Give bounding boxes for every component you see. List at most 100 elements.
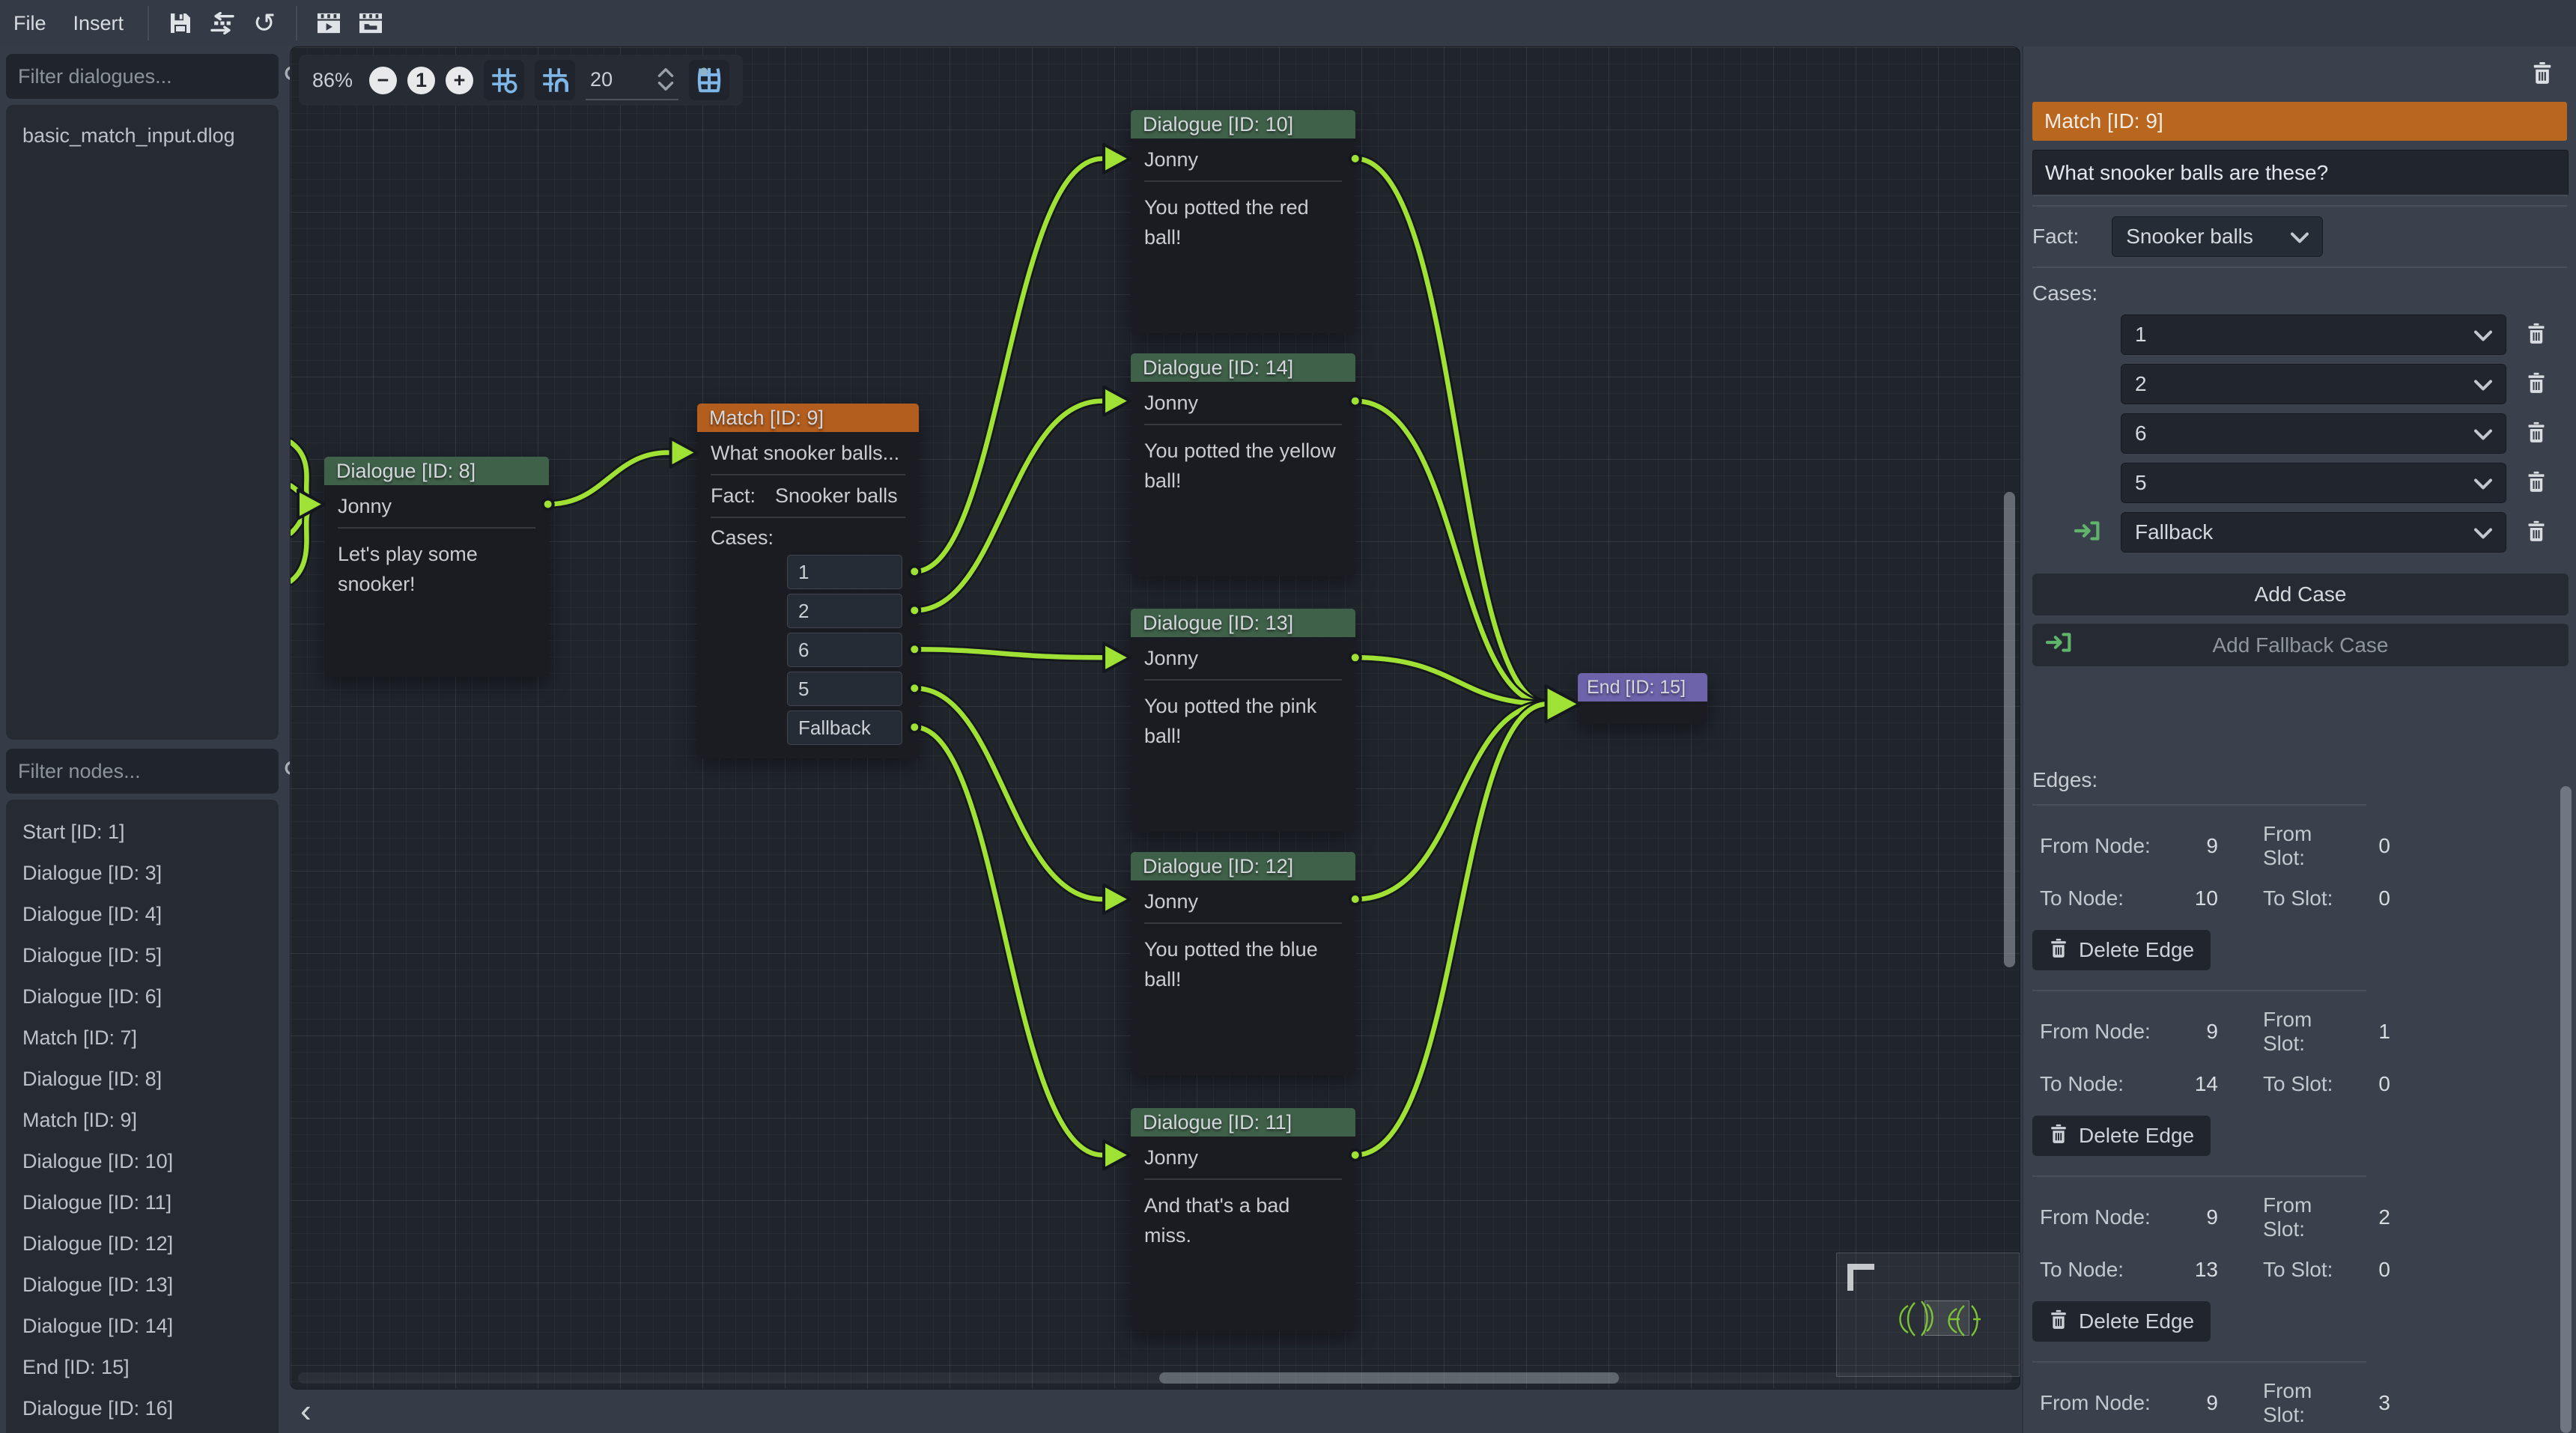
node-speaker: Jonny: [1131, 382, 1355, 424]
match-prompt-input[interactable]: [2032, 150, 2569, 196]
snap-distance-toggle-icon[interactable]: [535, 60, 575, 100]
spin-arrows-icon[interactable]: [657, 68, 674, 91]
node-list-item[interactable]: Dialogue [ID: 5]: [6, 935, 279, 976]
from-node-label: From Node:: [2040, 1391, 2173, 1415]
collapse-sidebar-icon[interactable]: ‹: [290, 1395, 312, 1428]
node-dialogue-8[interactable]: Dialogue [ID: 8] Jonny Let's play some s…: [324, 457, 549, 677]
case-slot[interactable]: Fallback: [787, 711, 902, 745]
from-slot-label: From Slot:: [2218, 822, 2345, 870]
to-slot-label: To Slot:: [2218, 1072, 2345, 1096]
node-speaker: Jonny: [1131, 139, 1355, 180]
node-dialogue-13[interactable]: Dialogue [ID: 13] Jonny You potted the p…: [1131, 609, 1355, 832]
delete-case-icon[interactable]: [2526, 322, 2547, 348]
trash-icon: [2049, 1309, 2068, 1335]
left-sidebar: basic_match_input.dlog Start [ID: 1] Dia…: [0, 46, 285, 1433]
chevron-down-icon: [2474, 422, 2492, 445]
zoom-reset-button[interactable]: 1: [407, 67, 435, 94]
delete-edge-button[interactable]: Delete Edge: [2032, 1116, 2211, 1156]
filter-dialogues-input[interactable]: [18, 65, 283, 88]
fact-dropdown[interactable]: Snooker balls: [2112, 216, 2323, 257]
node-list-item[interactable]: Dialogue [ID: 14]: [6, 1306, 279, 1347]
dialogue-library-icon[interactable]: [350, 0, 392, 46]
delete-case-icon[interactable]: [2526, 520, 2547, 546]
node-speaker: Jonny: [1131, 880, 1355, 922]
add-case-button[interactable]: Add Case: [2032, 573, 2569, 615]
case-slot[interactable]: 5: [787, 672, 902, 706]
play-dialogue-icon[interactable]: [308, 0, 350, 46]
from-slot-value: 2: [2345, 1205, 2390, 1229]
node-list-item[interactable]: Match [ID: 9]: [6, 1100, 279, 1141]
graph-canvas[interactable]: 86% − 1 + 20 Dialogue [ID: 8] Jonny Let'…: [290, 46, 2020, 1390]
node-list-item[interactable]: Dialogue [ID: 6]: [6, 976, 279, 1017]
node-dialogue-14[interactable]: Dialogue [ID: 14] Jonny You potted the y…: [1131, 353, 1355, 576]
minimap-toggle-icon[interactable]: [689, 60, 729, 100]
node-list-item[interactable]: Dialogue [ID: 3]: [6, 853, 279, 894]
add-fallback-case-button[interactable]: Add Fallback Case: [2032, 624, 2569, 666]
zoom-in-button[interactable]: +: [446, 67, 473, 94]
from-slot-value: 3: [2345, 1391, 2390, 1415]
menu-file[interactable]: File: [0, 0, 60, 46]
node-dialogue-11[interactable]: Dialogue [ID: 11] Jonny And that's a bad…: [1131, 1108, 1355, 1331]
dialogues-list: basic_match_input.dlog: [6, 105, 279, 740]
from-node-value: 9: [2173, 1205, 2218, 1229]
node-list-item[interactable]: Dialogue [ID: 8]: [6, 1059, 279, 1100]
node-list-item[interactable]: Dialogue [ID: 11]: [6, 1182, 279, 1223]
case-slot[interactable]: 1: [787, 555, 902, 589]
undo-icon[interactable]: ↺: [243, 0, 285, 46]
node-list-item[interactable]: Dialogue [ID: 12]: [6, 1223, 279, 1265]
node-end-15[interactable]: End [ID: 15]: [1578, 673, 1707, 724]
node-dialogue-12[interactable]: Dialogue [ID: 12] Jonny You potted the b…: [1131, 852, 1355, 1075]
from-node-value: 9: [2173, 834, 2218, 858]
chevron-down-icon: [2291, 225, 2309, 249]
minimap-graph-icon: [1837, 1253, 2020, 1378]
delete-edge-button[interactable]: Delete Edge: [2032, 930, 2211, 970]
from-node-label: From Node:: [2040, 1020, 2173, 1044]
case-slot[interactable]: 6: [787, 633, 902, 667]
node-list-item[interactable]: Start [ID: 1]: [6, 812, 279, 853]
canvas-horizontal-scrollbar[interactable]: [1159, 1372, 1619, 1384]
node-list-item[interactable]: Dialogue [ID: 4]: [6, 894, 279, 935]
node-list-item[interactable]: Match [ID: 7]: [6, 1017, 279, 1059]
case-dropdown[interactable]: 1: [2121, 314, 2506, 355]
node-dialogue-10[interactable]: Dialogue [ID: 10] Jonny You potted the r…: [1131, 110, 1355, 333]
to-node-label: To Node:: [2040, 1258, 2173, 1282]
menu-insert[interactable]: Insert: [60, 0, 138, 46]
case-dropdown-value: 2: [2135, 372, 2147, 396]
delete-edge-button[interactable]: Delete Edge: [2032, 1301, 2211, 1342]
canvas-vertical-scrollbar[interactable]: [2004, 492, 2015, 967]
delete-edge-label: Delete Edge: [2079, 1309, 2194, 1333]
minimap[interactable]: [1836, 1253, 2020, 1377]
case-dropdown[interactable]: 6: [2121, 413, 2506, 454]
cases-label: Cases:: [697, 518, 919, 553]
delete-case-icon[interactable]: [2526, 371, 2547, 398]
delete-case-icon[interactable]: [2526, 470, 2547, 496]
from-node-label: From Node:: [2040, 834, 2173, 858]
zoom-out-button[interactable]: −: [369, 67, 397, 94]
case-slot[interactable]: 2: [787, 594, 902, 628]
inspector-scrollbar[interactable]: [2560, 786, 2572, 1433]
case-dropdown[interactable]: 2: [2121, 364, 2506, 404]
case-dropdown[interactable]: 5: [2121, 463, 2506, 503]
divider: [2032, 1175, 2366, 1177]
from-node-value: 9: [2173, 1020, 2218, 1044]
snap-grid-toggle-icon[interactable]: [484, 60, 524, 100]
node-list-item[interactable]: End [ID: 15]: [6, 1347, 279, 1388]
filter-nodes-input[interactable]: [18, 760, 283, 783]
fallback-case-dropdown[interactable]: Fallback: [2121, 512, 2506, 553]
from-slot-label: From Slot:: [2218, 1193, 2345, 1241]
snap-step-spinbox[interactable]: 20: [586, 60, 678, 100]
to-slot-label: To Slot:: [2218, 886, 2345, 910]
node-list-item[interactable]: Dialogue [ID: 16]: [6, 1388, 279, 1429]
chevron-down-icon: [2474, 520, 2492, 544]
reorder-nodes-icon[interactable]: [201, 0, 243, 46]
node-title: Dialogue [ID: 14]: [1131, 353, 1355, 382]
node-list-item[interactable]: Dialogue [ID: 10]: [6, 1141, 279, 1182]
delete-case-icon[interactable]: [2526, 421, 2547, 447]
to-node-value: 10: [2173, 886, 2218, 910]
node-list-item[interactable]: Dialogue [ID: 13]: [6, 1265, 279, 1306]
inspector-node-title: Match [ID: 9]: [2032, 102, 2567, 141]
dialogue-file-item[interactable]: basic_match_input.dlog: [6, 115, 279, 156]
save-icon[interactable]: [160, 0, 201, 46]
delete-node-icon[interactable]: [2531, 61, 2554, 88]
node-match-9[interactable]: Match [ID: 9] What snooker balls... Fact…: [697, 404, 919, 758]
